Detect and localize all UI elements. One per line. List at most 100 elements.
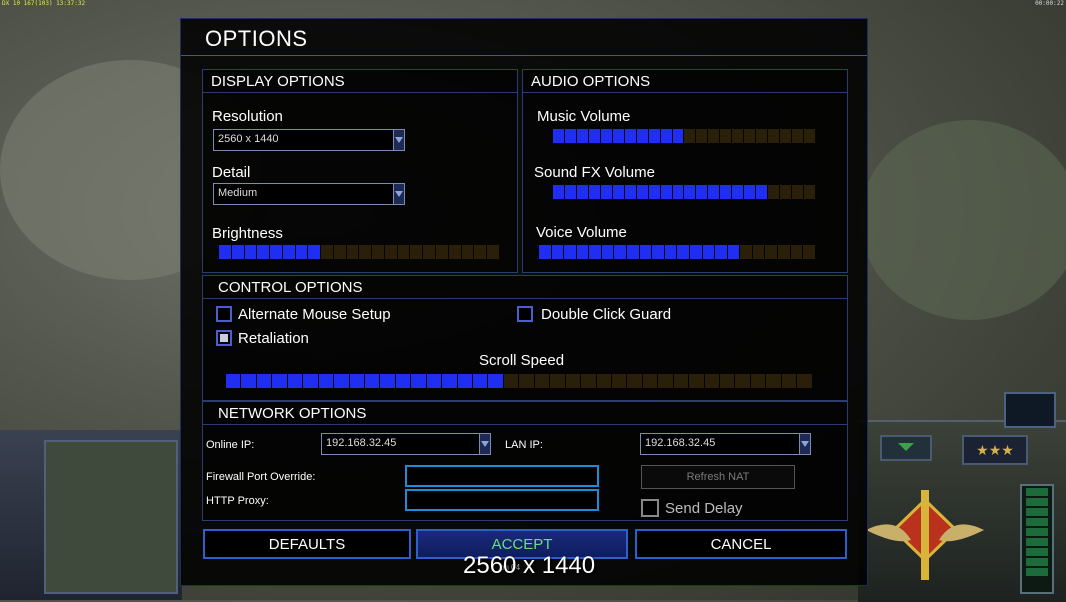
slider-segment-filled[interactable] bbox=[708, 185, 720, 199]
slider-segment-filled[interactable] bbox=[551, 245, 564, 259]
slider-segment-filled[interactable] bbox=[601, 245, 614, 259]
slider-segment-filled[interactable] bbox=[564, 245, 576, 259]
slider-segment-filled[interactable] bbox=[672, 129, 684, 143]
slider-segment-filled[interactable] bbox=[588, 129, 600, 143]
slider-segment-filled[interactable] bbox=[627, 245, 639, 259]
slider-segment-filled[interactable] bbox=[287, 374, 303, 388]
slider-segment-filled[interactable] bbox=[696, 185, 708, 199]
slider-segment-empty[interactable] bbox=[461, 245, 474, 259]
slider-segment-empty[interactable] bbox=[752, 245, 765, 259]
slider-segment-filled[interactable] bbox=[334, 374, 349, 388]
music-volume-slider[interactable] bbox=[553, 129, 815, 143]
slider-segment-filled[interactable] bbox=[672, 185, 684, 199]
slider-segment-empty[interactable] bbox=[384, 245, 397, 259]
slider-segment-filled[interactable] bbox=[636, 129, 648, 143]
slider-segment-empty[interactable] bbox=[696, 129, 708, 143]
alternate-mouse-checkbox[interactable] bbox=[216, 306, 232, 322]
slider-segment-empty[interactable] bbox=[790, 245, 803, 259]
slider-segment-empty[interactable] bbox=[708, 129, 720, 143]
slider-segment-empty[interactable] bbox=[611, 374, 627, 388]
lan-ip-dropdown[interactable]: 192.168.32.45 bbox=[640, 433, 811, 455]
slider-segment-empty[interactable] bbox=[777, 245, 790, 259]
chevron-down-icon[interactable] bbox=[799, 434, 810, 454]
slider-segment-empty[interactable] bbox=[410, 245, 423, 259]
slider-segment-filled[interactable] bbox=[614, 245, 627, 259]
slider-segment-filled[interactable] bbox=[664, 245, 677, 259]
unit-portrait[interactable] bbox=[1004, 392, 1056, 428]
slider-segment-empty[interactable] bbox=[768, 129, 780, 143]
slider-segment-filled[interactable] bbox=[426, 374, 442, 388]
slider-segment-empty[interactable] bbox=[689, 374, 704, 388]
slider-segment-filled[interactable] bbox=[564, 185, 576, 199]
slider-segment-filled[interactable] bbox=[732, 185, 744, 199]
slider-segment-empty[interactable] bbox=[792, 185, 804, 199]
slider-segment-empty[interactable] bbox=[750, 374, 766, 388]
scroll-speed-slider[interactable] bbox=[226, 374, 812, 388]
slider-segment-filled[interactable] bbox=[244, 245, 257, 259]
resolution-dropdown[interactable]: 2560 x 1440 bbox=[213, 129, 405, 151]
defaults-button[interactable]: DEFAULTS bbox=[203, 529, 411, 559]
slider-segment-empty[interactable] bbox=[768, 185, 780, 199]
slider-segment-empty[interactable] bbox=[658, 374, 673, 388]
slider-segment-filled[interactable] bbox=[624, 185, 636, 199]
slider-segment-filled[interactable] bbox=[720, 185, 732, 199]
slider-segment-empty[interactable] bbox=[673, 374, 689, 388]
slider-segment-empty[interactable] bbox=[359, 245, 372, 259]
slider-segment-filled[interactable] bbox=[270, 245, 282, 259]
slider-segment-filled[interactable] bbox=[652, 245, 664, 259]
slider-segment-empty[interactable] bbox=[565, 374, 581, 388]
minimap[interactable] bbox=[44, 440, 178, 594]
slider-segment-filled[interactable] bbox=[677, 245, 689, 259]
slider-segment-empty[interactable] bbox=[519, 374, 534, 388]
slider-segment-filled[interactable] bbox=[756, 185, 768, 199]
slider-segment-filled[interactable] bbox=[488, 374, 503, 388]
send-delay-checkbox[interactable] bbox=[641, 499, 659, 517]
slider-segment-empty[interactable] bbox=[627, 374, 642, 388]
slider-segment-empty[interactable] bbox=[397, 245, 410, 259]
slider-segment-empty[interactable] bbox=[804, 129, 815, 143]
slider-segment-empty[interactable] bbox=[720, 374, 735, 388]
slider-segment-empty[interactable] bbox=[684, 129, 696, 143]
slider-segment-filled[interactable] bbox=[349, 374, 364, 388]
slider-segment-filled[interactable] bbox=[624, 129, 636, 143]
slider-segment-empty[interactable] bbox=[780, 185, 792, 199]
slider-segment-empty[interactable] bbox=[704, 374, 719, 388]
slider-segment-empty[interactable] bbox=[781, 374, 797, 388]
slider-segment-empty[interactable] bbox=[503, 374, 519, 388]
slider-segment-filled[interactable] bbox=[442, 374, 457, 388]
slider-segment-empty[interactable] bbox=[797, 374, 812, 388]
slider-segment-empty[interactable] bbox=[333, 245, 346, 259]
slider-segment-empty[interactable] bbox=[732, 129, 744, 143]
slider-segment-filled[interactable] bbox=[380, 374, 395, 388]
slider-segment-filled[interactable] bbox=[539, 245, 551, 259]
slider-segment-filled[interactable] bbox=[295, 245, 308, 259]
slider-segment-filled[interactable] bbox=[226, 374, 241, 388]
slider-segment-empty[interactable] bbox=[780, 129, 792, 143]
double-click-guard-checkbox[interactable] bbox=[517, 306, 533, 322]
slider-segment-empty[interactable] bbox=[448, 245, 461, 259]
slider-segment-filled[interactable] bbox=[576, 185, 588, 199]
slider-segment-filled[interactable] bbox=[576, 245, 589, 259]
slider-segment-empty[interactable] bbox=[321, 245, 333, 259]
slider-segment-filled[interactable] bbox=[457, 374, 472, 388]
slider-segment-filled[interactable] bbox=[219, 245, 231, 259]
chevron-down-icon[interactable] bbox=[479, 434, 490, 454]
retaliation-checkbox[interactable] bbox=[216, 330, 232, 346]
slider-segment-filled[interactable] bbox=[231, 245, 244, 259]
slider-segment-filled[interactable] bbox=[308, 245, 321, 259]
online-ip-dropdown[interactable]: 192.168.32.45 bbox=[321, 433, 491, 455]
slider-segment-empty[interactable] bbox=[803, 245, 815, 259]
slider-segment-filled[interactable] bbox=[553, 129, 564, 143]
cancel-button[interactable]: CANCEL bbox=[635, 529, 847, 559]
slider-segment-filled[interactable] bbox=[576, 129, 588, 143]
slider-segment-empty[interactable] bbox=[423, 245, 436, 259]
slider-segment-filled[interactable] bbox=[702, 245, 715, 259]
slider-segment-filled[interactable] bbox=[660, 129, 672, 143]
slider-segment-filled[interactable] bbox=[588, 185, 600, 199]
slider-segment-filled[interactable] bbox=[257, 245, 270, 259]
slider-segment-filled[interactable] bbox=[364, 374, 380, 388]
slider-segment-empty[interactable] bbox=[346, 245, 359, 259]
collapse-arrow-button[interactable] bbox=[880, 435, 932, 461]
firewall-port-input[interactable] bbox=[405, 465, 599, 487]
slider-segment-filled[interactable] bbox=[636, 185, 648, 199]
